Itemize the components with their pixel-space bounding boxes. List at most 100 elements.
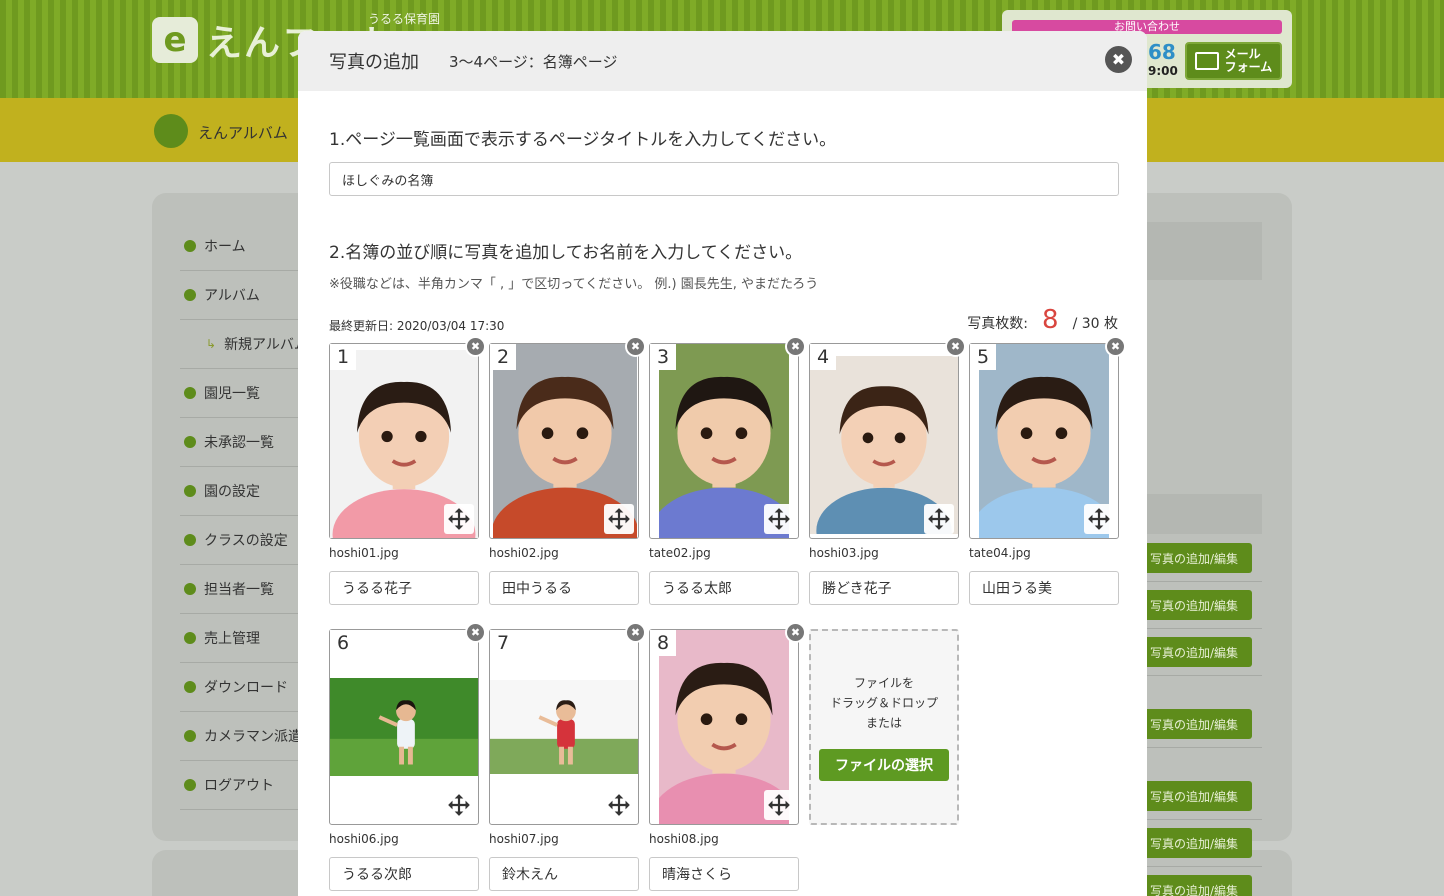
file-select-button[interactable]: ファイルの選択: [819, 749, 949, 781]
edit-photos-button[interactable]: 写真の追加/編集: [1136, 828, 1252, 858]
drag-move-icon[interactable]: [604, 504, 634, 534]
modal-close-icon[interactable]: ✖: [1105, 46, 1132, 73]
drag-move-icon[interactable]: [444, 504, 474, 534]
file-dropzone[interactable]: ファイルを ドラッグ＆ドロップ または ファイルの選択: [809, 629, 959, 825]
photo-card[interactable]: 1 ✖: [329, 336, 486, 539]
photo-card[interactable]: 4 ✖: [809, 336, 966, 539]
sub-arrow-icon: ↳: [206, 337, 217, 351]
remove-photo-icon[interactable]: ✖: [785, 622, 806, 643]
photo-count-max: / 30 枚: [1072, 316, 1118, 332]
sidebar-item[interactable]: 売上管理: [180, 614, 310, 663]
sidebar-item-label: 園児一覧: [204, 386, 260, 402]
child-name-input[interactable]: [969, 571, 1119, 605]
sidebar-item-label: ダウンロード: [204, 680, 288, 696]
edit-photos-button[interactable]: 写真の追加/編集: [1136, 709, 1252, 739]
sidebar-item[interactable]: カメラマン派遣: [180, 712, 310, 761]
drag-move-icon[interactable]: [1084, 504, 1114, 534]
photo-filename: tate04.jpg: [969, 546, 1031, 560]
menu-bullet-icon: [184, 485, 196, 497]
sidebar-item[interactable]: クラスの設定: [180, 516, 310, 565]
sidebar-item-label: 担当者一覧: [204, 582, 274, 598]
child-name-input[interactable]: [649, 857, 799, 891]
photo-card[interactable]: 2 ✖: [489, 336, 646, 539]
edit-photos-button[interactable]: 写真の追加/編集: [1136, 543, 1252, 573]
photo-card[interactable]: 8 ✖: [649, 622, 806, 825]
modal-header: 写真の追加 3〜4ページ：名簿ページ: [298, 31, 1147, 91]
sidebar-item[interactable]: 担当者一覧: [180, 565, 310, 614]
sidebar-item[interactable]: 園の設定: [180, 467, 310, 516]
remove-photo-icon[interactable]: ✖: [465, 622, 486, 643]
photo-count-label: 写真枚数:: [967, 316, 1029, 332]
sidebar-item[interactable]: 未承認一覧: [180, 418, 310, 467]
sidebar-item[interactable]: ログアウト: [180, 761, 310, 810]
sidebar-item[interactable]: ↳ 新規アルバム: [180, 320, 310, 369]
photo-filename: hoshi01.jpg: [329, 546, 399, 560]
photo-count: 写真枚数: 8 / 30 枚: [967, 305, 1118, 335]
photo-order-number: 3: [650, 344, 676, 370]
photo-card[interactable]: 3 ✖: [649, 336, 806, 539]
drag-move-icon[interactable]: [764, 790, 794, 820]
remove-photo-icon[interactable]: ✖: [465, 336, 486, 357]
sidebar-item-label: 売上管理: [204, 631, 260, 647]
menu-bullet-icon: [184, 632, 196, 644]
sidebar-item[interactable]: アルバム: [180, 271, 310, 320]
child-name-input[interactable]: [489, 571, 639, 605]
sidebar-item-label: ホーム: [204, 239, 246, 255]
mail-form-button[interactable]: メール フォーム: [1185, 42, 1282, 80]
photo-order-number: 1: [330, 344, 356, 370]
photo-card[interactable]: 7 ✖: [489, 622, 646, 825]
table-row-divider: [1146, 628, 1262, 629]
edit-photos-button[interactable]: 写真の追加/編集: [1136, 637, 1252, 667]
sidebar-item-label: 未承認一覧: [204, 435, 274, 451]
remove-photo-icon[interactable]: ✖: [625, 336, 646, 357]
photo-filename: hoshi02.jpg: [489, 546, 559, 560]
menu-bullet-icon: [184, 583, 196, 595]
mail-form-label: メール フォーム: [1224, 46, 1273, 74]
remove-photo-icon[interactable]: ✖: [625, 622, 646, 643]
edit-photos-button[interactable]: 写真の追加/編集: [1136, 781, 1252, 811]
add-photo-modal: 写真の追加 3〜4ページ：名簿ページ ✖ 1.ページ一覧画面で表示するページタイ…: [298, 31, 1147, 896]
photo-filename: hoshi07.jpg: [489, 832, 559, 846]
logo-mark-icon: e: [152, 17, 198, 63]
photo-filename: hoshi06.jpg: [329, 832, 399, 846]
child-name-input[interactable]: [329, 857, 479, 891]
remove-photo-icon[interactable]: ✖: [785, 336, 806, 357]
edit-photos-button[interactable]: 写真の追加/編集: [1136, 590, 1252, 620]
sidebar-item[interactable]: ダウンロード: [180, 663, 310, 712]
menu-bullet-icon: [184, 387, 196, 399]
last-updated: 最終更新日: 2020/03/04 17:30: [329, 319, 505, 333]
roster-note: ※役職などは、半角カンマ「 , 」で区切ってください。 例.) 園長先生, やま…: [329, 277, 819, 292]
photo-card[interactable]: 5 ✖: [969, 336, 1126, 539]
page-title-input[interactable]: [329, 162, 1119, 196]
remove-photo-icon[interactable]: ✖: [1105, 336, 1126, 357]
menu-bullet-icon: [184, 289, 196, 301]
photo-order-number: 4: [810, 344, 836, 370]
child-name-input[interactable]: [489, 857, 639, 891]
child-photo: [490, 680, 638, 774]
menu-bullet-icon: [184, 534, 196, 546]
photo-order-number: 8: [650, 630, 676, 656]
photo-card[interactable]: 6 ✖: [329, 622, 486, 825]
sidebar-item-label: 園の設定: [204, 484, 260, 500]
table-row-divider: [1146, 866, 1262, 867]
drag-move-icon[interactable]: [604, 790, 634, 820]
drag-move-icon[interactable]: [924, 504, 954, 534]
drag-move-icon[interactable]: [444, 790, 474, 820]
contact-hours: 9:00: [1148, 64, 1178, 78]
photo-filename: hoshi08.jpg: [649, 832, 719, 846]
child-name-input[interactable]: [649, 571, 799, 605]
edit-photos-button[interactable]: 写真の追加/編集: [1136, 875, 1252, 896]
sidebar-item[interactable]: ホーム: [180, 222, 310, 271]
photo-order-number: 7: [490, 630, 516, 656]
child-name-input[interactable]: [809, 571, 959, 605]
modal-subtitle: 3〜4ページ：名簿ページ: [449, 52, 618, 71]
menu-bullet-icon: [184, 436, 196, 448]
sidebar-menu: ホームアルバム ↳ 新規アルバム園児一覧未承認一覧園の設定クラスの設定担当者一覧売上…: [180, 222, 310, 810]
sidebar-item-label: アルバム: [204, 288, 260, 304]
album-band-title: えんアルバム（: [198, 124, 303, 142]
drag-move-icon[interactable]: [764, 504, 794, 534]
child-name-input[interactable]: [329, 571, 479, 605]
remove-photo-icon[interactable]: ✖: [945, 336, 966, 357]
sidebar-item[interactable]: 園児一覧: [180, 369, 310, 418]
menu-bullet-icon: [184, 240, 196, 252]
